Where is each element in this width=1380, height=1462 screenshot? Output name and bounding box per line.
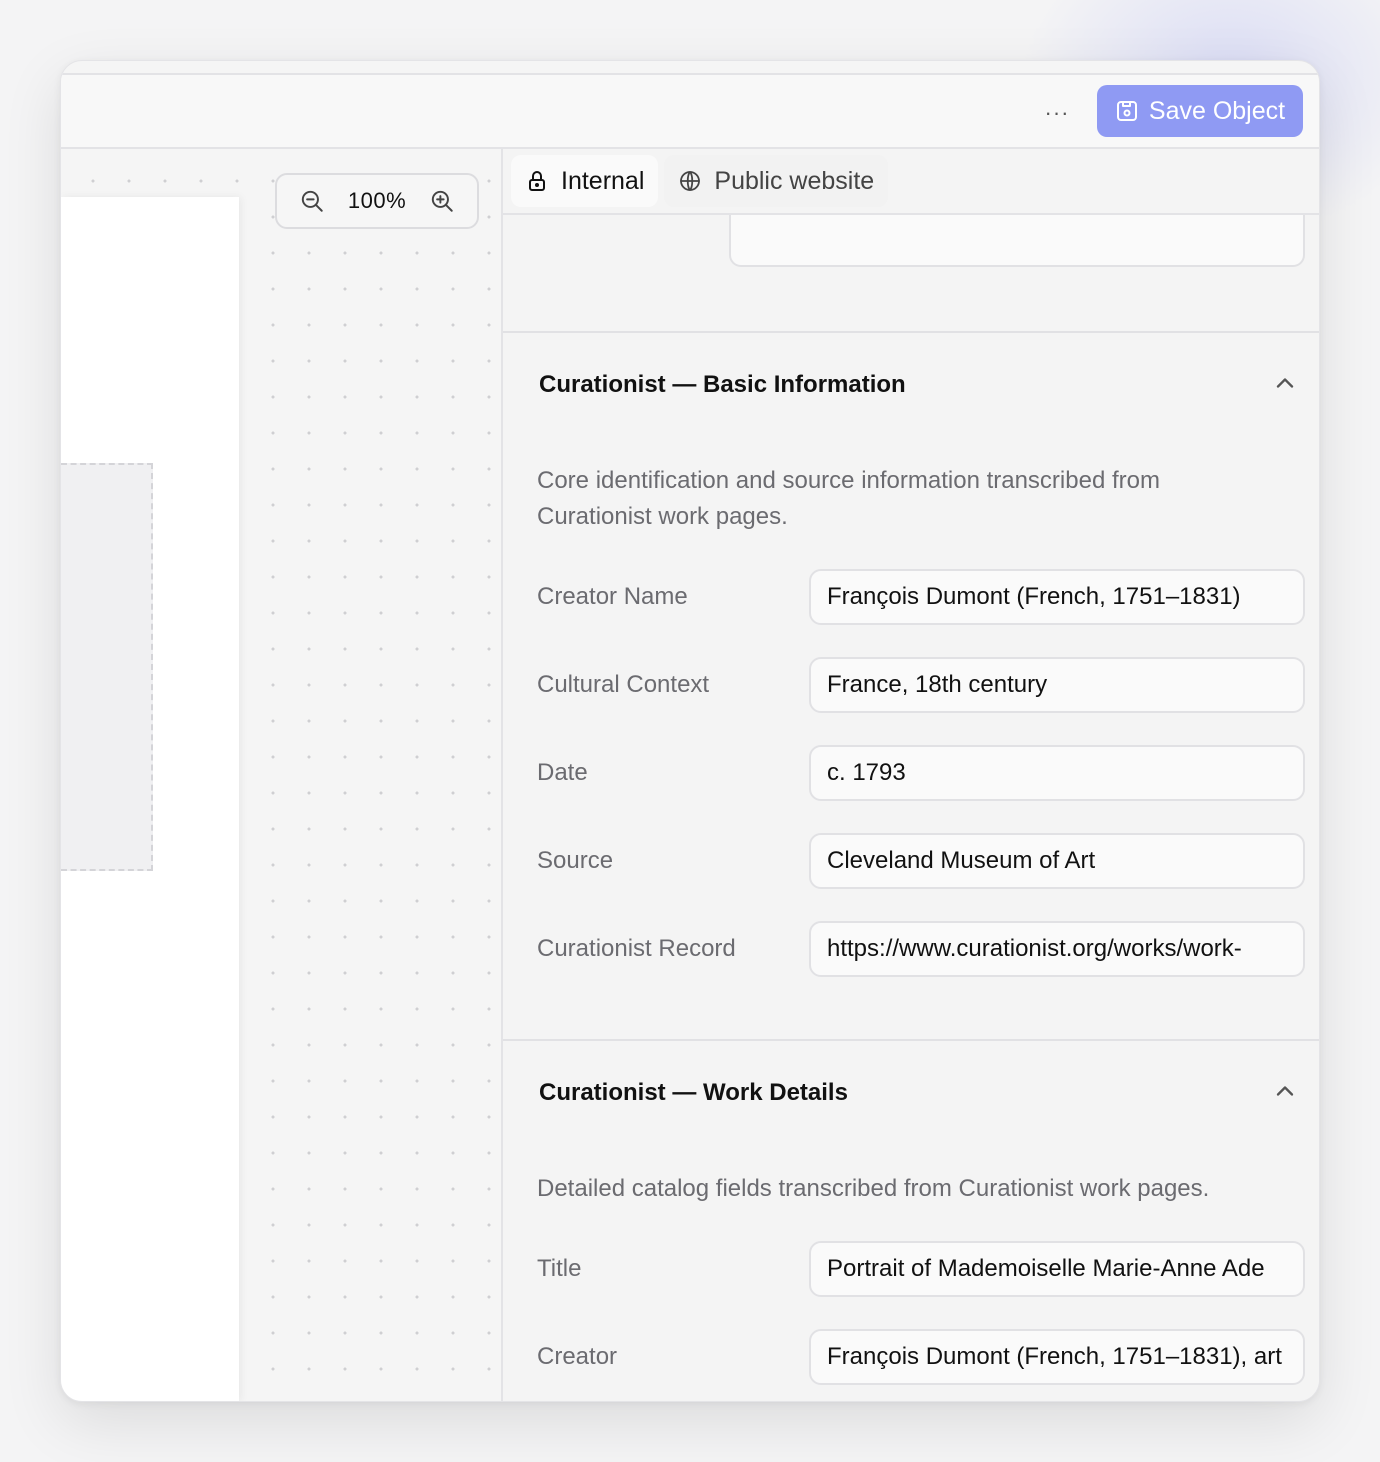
field-row-curationist-record: Curationist Record https://www.curationi… — [537, 921, 1305, 977]
basic-information-section: Curationist — Basic Information Core ide… — [503, 331, 1319, 1041]
title-input[interactable]: Portrait of Mademoiselle Marie-Anne Ade — [809, 1241, 1305, 1297]
creator-name-input[interactable]: François Dumont (French, 1751–1831) — [809, 569, 1305, 625]
top-toolbar: ··· Save Object — [61, 73, 1319, 149]
cultural-context-input[interactable]: France, 18th century — [809, 657, 1305, 713]
globe-icon — [680, 171, 701, 191]
creator-input[interactable]: François Dumont (French, 1751–1831), art — [809, 1329, 1305, 1385]
tab-internal-label: Internal — [561, 166, 645, 195]
field-row-creator-name: Creator Name François Dumont (French, 17… — [537, 569, 1305, 625]
date-input[interactable]: c. 1793 — [809, 745, 1305, 801]
visibility-tabs: Internal Public website — [503, 149, 1319, 215]
lock-icon — [529, 171, 545, 191]
field-row-creator: Creator François Dumont (French, 1751–18… — [537, 1329, 1305, 1385]
section-title: Curationist — Work Details — [539, 1079, 848, 1106]
app-window: ··· Save Object 100% Internal Public web… — [60, 60, 1320, 1402]
tab-internal[interactable]: Internal — [511, 155, 659, 207]
chevron-up-icon[interactable] — [1271, 1077, 1299, 1105]
field-label: Creator Name — [537, 583, 688, 610]
save-object-label: Save Object — [1148, 96, 1286, 125]
metadata-panel: Internal Public website Curationist — Ba… — [503, 149, 1319, 1401]
save-icon — [1116, 101, 1137, 121]
zoom-control: 100% — [275, 173, 479, 229]
zoom-in-icon[interactable] — [429, 188, 455, 214]
field-label: Curationist Record — [537, 935, 736, 962]
tab-public-website-label: Public website — [714, 166, 875, 195]
source-input[interactable]: Cleveland Museum of Art — [809, 833, 1305, 889]
section-title: Curationist — Basic Information — [539, 371, 906, 398]
section-description: Detailed catalog fields transcribed from… — [537, 1175, 1210, 1202]
field-label: Title — [537, 1255, 582, 1282]
zoom-level: 100% — [347, 188, 407, 213]
document-canvas[interactable]: 100% — [61, 149, 503, 1401]
chevron-up-icon[interactable] — [1271, 369, 1299, 397]
more-options-button[interactable]: ··· — [1041, 97, 1073, 129]
curationist-record-input[interactable]: https://www.curationist.org/works/work- — [809, 921, 1305, 977]
field-label: Creator — [537, 1343, 618, 1370]
section-description: Core identification and source informati… — [537, 467, 1160, 530]
work-details-section: Curationist — Work Details Detailed cata… — [503, 1039, 1319, 1401]
field-label: Cultural Context — [537, 671, 710, 698]
field-row-cultural-context: Cultural Context France, 18th century — [537, 657, 1305, 713]
image-placeholder[interactable] — [61, 463, 153, 871]
previous-field-input[interactable] — [729, 215, 1305, 267]
field-label: Source — [537, 847, 614, 874]
tab-public-website[interactable]: Public website — [664, 155, 889, 207]
page-sheet[interactable] — [61, 197, 239, 1401]
field-label: Date — [537, 759, 588, 786]
field-row-source: Source Cleveland Museum of Art — [537, 833, 1305, 889]
zoom-out-icon[interactable] — [299, 188, 325, 214]
more-horizontal-icon: ··· — [1044, 100, 1070, 125]
save-object-button[interactable]: Save Object — [1097, 85, 1303, 137]
field-row-date: Date c. 1793 — [537, 745, 1305, 801]
field-row-title: Title Portrait of Mademoiselle Marie-Ann… — [537, 1241, 1305, 1297]
